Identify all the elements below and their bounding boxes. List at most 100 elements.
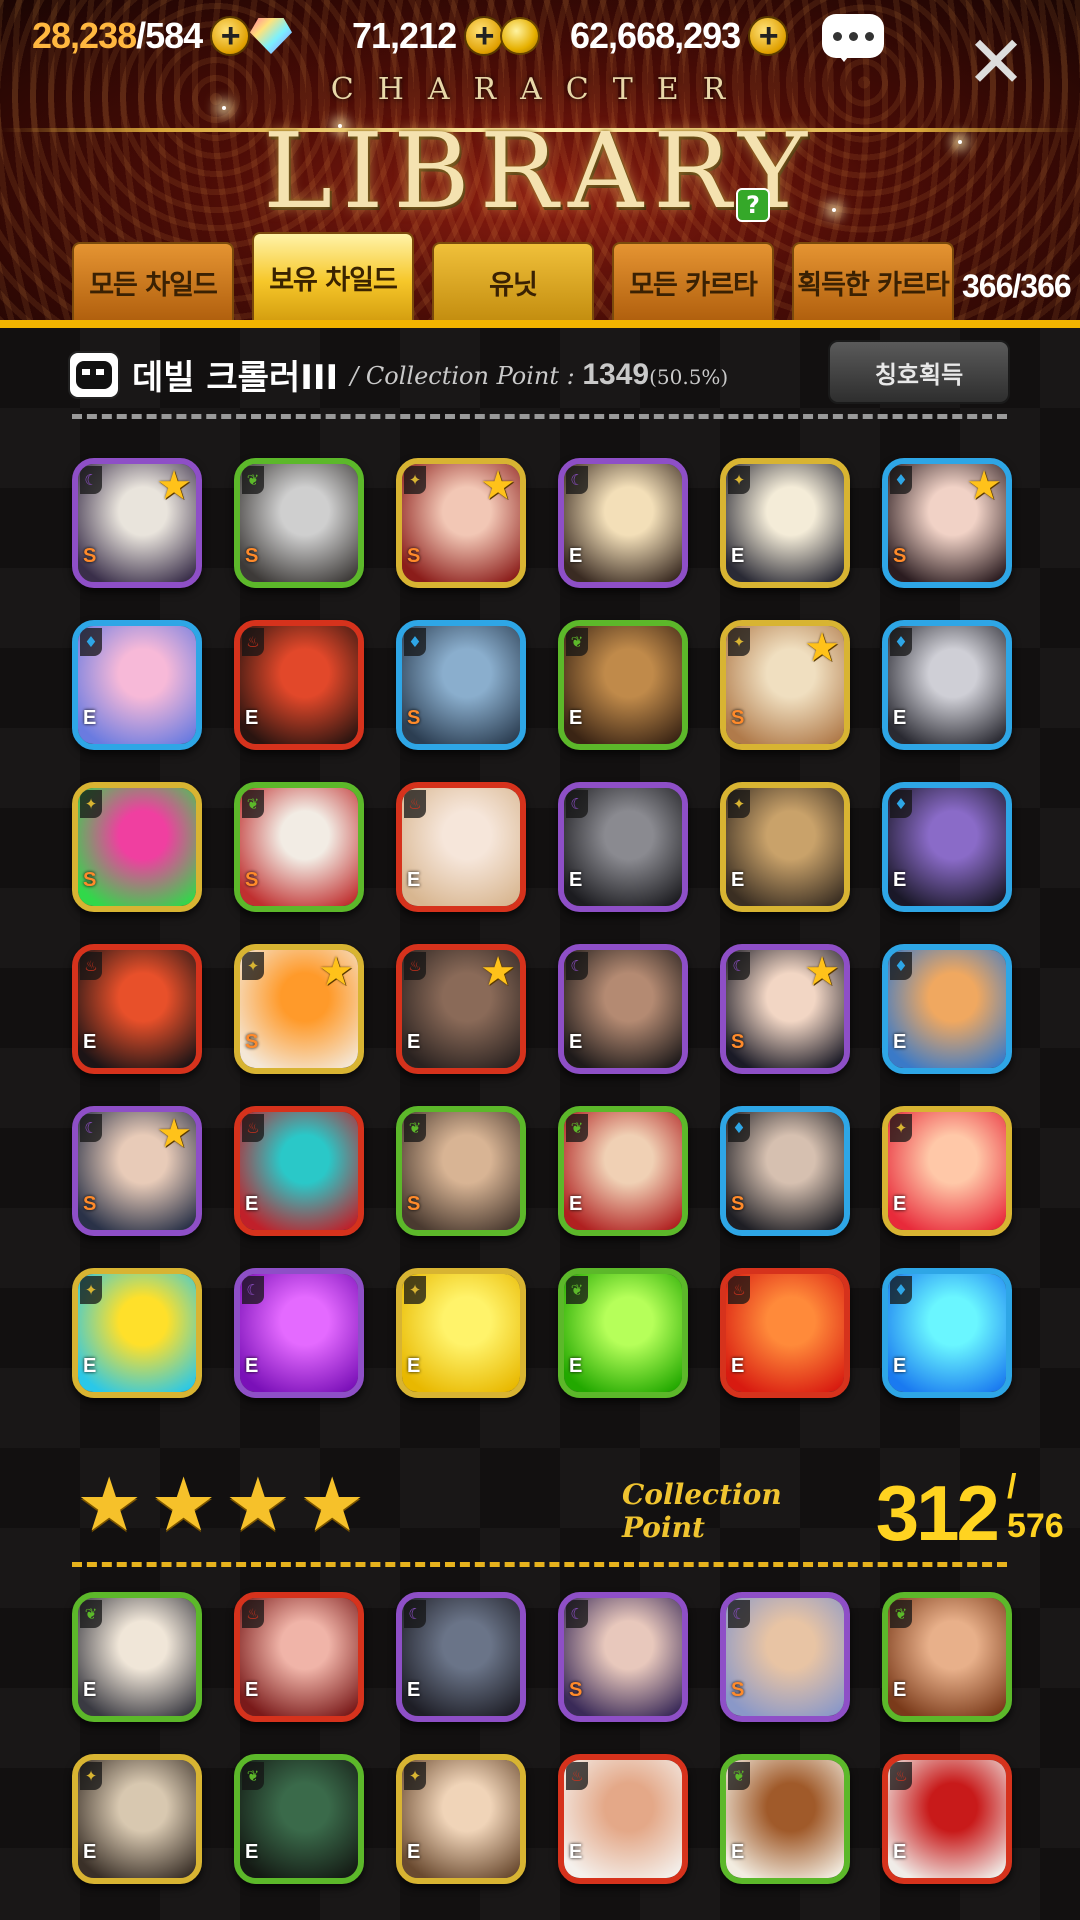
gem-value: 71,212 <box>352 15 457 56</box>
element-icon: ♨ <box>80 952 102 980</box>
character-card[interactable]: ❦ S <box>234 458 364 588</box>
character-card[interactable]: ♨ E <box>234 1592 364 1722</box>
character-card[interactable]: ✦ E <box>72 1754 202 1884</box>
acquire-title-button[interactable]: 칭호획득 <box>828 340 1010 404</box>
character-card[interactable]: ❦ E <box>558 620 688 750</box>
grade-label: S <box>407 707 421 729</box>
character-card[interactable]: ❦ E <box>558 1268 688 1398</box>
library-subtitle: CHARACTER <box>330 72 750 107</box>
element-icon: ❦ <box>242 790 264 818</box>
character-card[interactable]: ✦ S ★ <box>720 620 850 750</box>
tab-acquired-carta[interactable]: 획득한 카르타 <box>792 242 954 320</box>
tab-all-child[interactable]: 모든 차일드 <box>72 242 234 320</box>
element-icon: ✦ <box>728 466 750 494</box>
collection-point-line: / Collection Point : 1349(50.5%) <box>350 358 728 392</box>
tab-underline <box>0 320 1080 328</box>
element-icon: ♨ <box>566 1762 588 1790</box>
coin-icon <box>500 17 540 55</box>
character-card[interactable]: ♨ E <box>234 620 364 750</box>
character-card[interactable]: ♦ E <box>72 620 202 750</box>
character-card[interactable]: ♦ E <box>882 1268 1012 1398</box>
awakened-star-icon: ★ <box>480 463 516 509</box>
character-card[interactable]: ✦ E <box>72 1268 202 1398</box>
element-icon: ♨ <box>404 952 426 980</box>
element-icon: ✦ <box>728 628 750 656</box>
character-card[interactable]: ✦ S ★ <box>234 944 364 1074</box>
character-card[interactable]: ♦ E <box>882 782 1012 912</box>
character-card[interactable]: ❦ E <box>558 1106 688 1236</box>
grade-label: E <box>893 1841 907 1863</box>
character-card[interactable]: ♨ E <box>396 782 526 912</box>
character-card[interactable]: ♨ E <box>720 1268 850 1398</box>
character-card[interactable]: ❦ E <box>882 1592 1012 1722</box>
character-card[interactable]: ❦ E <box>234 1754 364 1884</box>
character-card[interactable]: ☾ E <box>558 458 688 588</box>
element-icon: ♦ <box>728 1114 750 1142</box>
character-card[interactable]: ♦ E <box>882 620 1012 750</box>
character-card[interactable]: ✦ E <box>396 1268 526 1398</box>
element-icon: ❦ <box>80 1600 102 1628</box>
character-card[interactable]: ✦ E <box>720 458 850 588</box>
character-card[interactable]: ♦ S <box>396 620 526 750</box>
grade-label: S <box>83 869 97 891</box>
character-card[interactable]: ✦ E <box>720 782 850 912</box>
element-icon: ❦ <box>404 1114 426 1142</box>
tab-all-carta[interactable]: 모든 카르타 <box>612 242 774 320</box>
character-card[interactable]: ✦ S <box>72 782 202 912</box>
character-card[interactable]: ☾ S ★ <box>72 458 202 588</box>
element-icon: ♦ <box>890 952 912 980</box>
grade-label: E <box>245 1193 259 1215</box>
character-card[interactable]: ♦ E <box>882 944 1012 1074</box>
character-card[interactable]: ❦ S <box>234 782 364 912</box>
character-card[interactable]: ❦ E <box>720 1754 850 1884</box>
character-card[interactable]: ✦ E <box>882 1106 1012 1236</box>
tab-bar: 모든 차일드 보유 차일드 유닛 모든 카르타 획득한 카르타 <box>72 232 954 320</box>
character-card[interactable]: ❦ S <box>396 1106 526 1236</box>
header: 28,238/584 + 71,212 + 62,668,293 + ✕ CHA… <box>0 0 1080 330</box>
awakened-star-icon: ★ <box>156 463 192 509</box>
character-card[interactable]: ☾ E <box>396 1592 526 1722</box>
character-card[interactable]: ❦ E <box>72 1592 202 1722</box>
character-card[interactable]: ♦ S <box>720 1106 850 1236</box>
grade-label: E <box>569 1193 583 1215</box>
element-icon: ♨ <box>404 790 426 818</box>
character-card[interactable]: ♨ E <box>558 1754 688 1884</box>
add-stamina-button[interactable]: + <box>210 16 251 56</box>
help-icon[interactable]: ? <box>736 188 770 222</box>
character-card[interactable]: ☾ E <box>558 944 688 1074</box>
add-gems-button[interactable]: + <box>464 16 505 56</box>
tab-owned-child[interactable]: 보유 차일드 <box>252 232 414 320</box>
character-card[interactable]: ♨ E <box>72 944 202 1074</box>
tab-unit[interactable]: 유닛 <box>432 242 594 320</box>
library-title: LIBRARY <box>263 110 817 232</box>
add-gold-button[interactable]: + <box>748 16 789 56</box>
character-card[interactable]: ☾ E <box>558 782 688 912</box>
stamina-current: 28,238 <box>32 15 137 56</box>
character-card[interactable]: ☾ S <box>558 1592 688 1722</box>
element-icon: ♦ <box>890 790 912 818</box>
collection-count: 366/366 <box>962 268 1072 304</box>
grade-label: E <box>893 1193 907 1215</box>
character-card[interactable]: ☾ S ★ <box>72 1106 202 1236</box>
character-card[interactable]: ♦ S ★ <box>882 458 1012 588</box>
character-card[interactable]: ♨ E <box>234 1106 364 1236</box>
grade-label: E <box>83 1679 97 1701</box>
element-icon: ✦ <box>728 790 750 818</box>
character-card[interactable]: ☾ E <box>234 1268 364 1398</box>
element-icon: ✦ <box>80 1276 102 1304</box>
character-card[interactable]: ✦ S ★ <box>396 458 526 588</box>
character-card[interactable]: ☾ S <box>720 1592 850 1722</box>
character-card[interactable]: ♨ E <box>882 1754 1012 1884</box>
character-card[interactable]: ☾ S ★ <box>720 944 850 1074</box>
character-card[interactable]: ✦ E <box>396 1754 526 1884</box>
grade-label: E <box>83 707 97 729</box>
grade-label: E <box>569 869 583 891</box>
section-divider <box>72 1562 1007 1567</box>
chat-icon[interactable] <box>822 14 884 62</box>
element-icon: ♨ <box>242 628 264 656</box>
character-card[interactable]: ♨ E ★ <box>396 944 526 1074</box>
element-icon: ♦ <box>80 628 102 656</box>
grade-label: E <box>569 545 583 567</box>
element-icon: ❦ <box>242 466 264 494</box>
element-icon: ☾ <box>404 1600 426 1628</box>
